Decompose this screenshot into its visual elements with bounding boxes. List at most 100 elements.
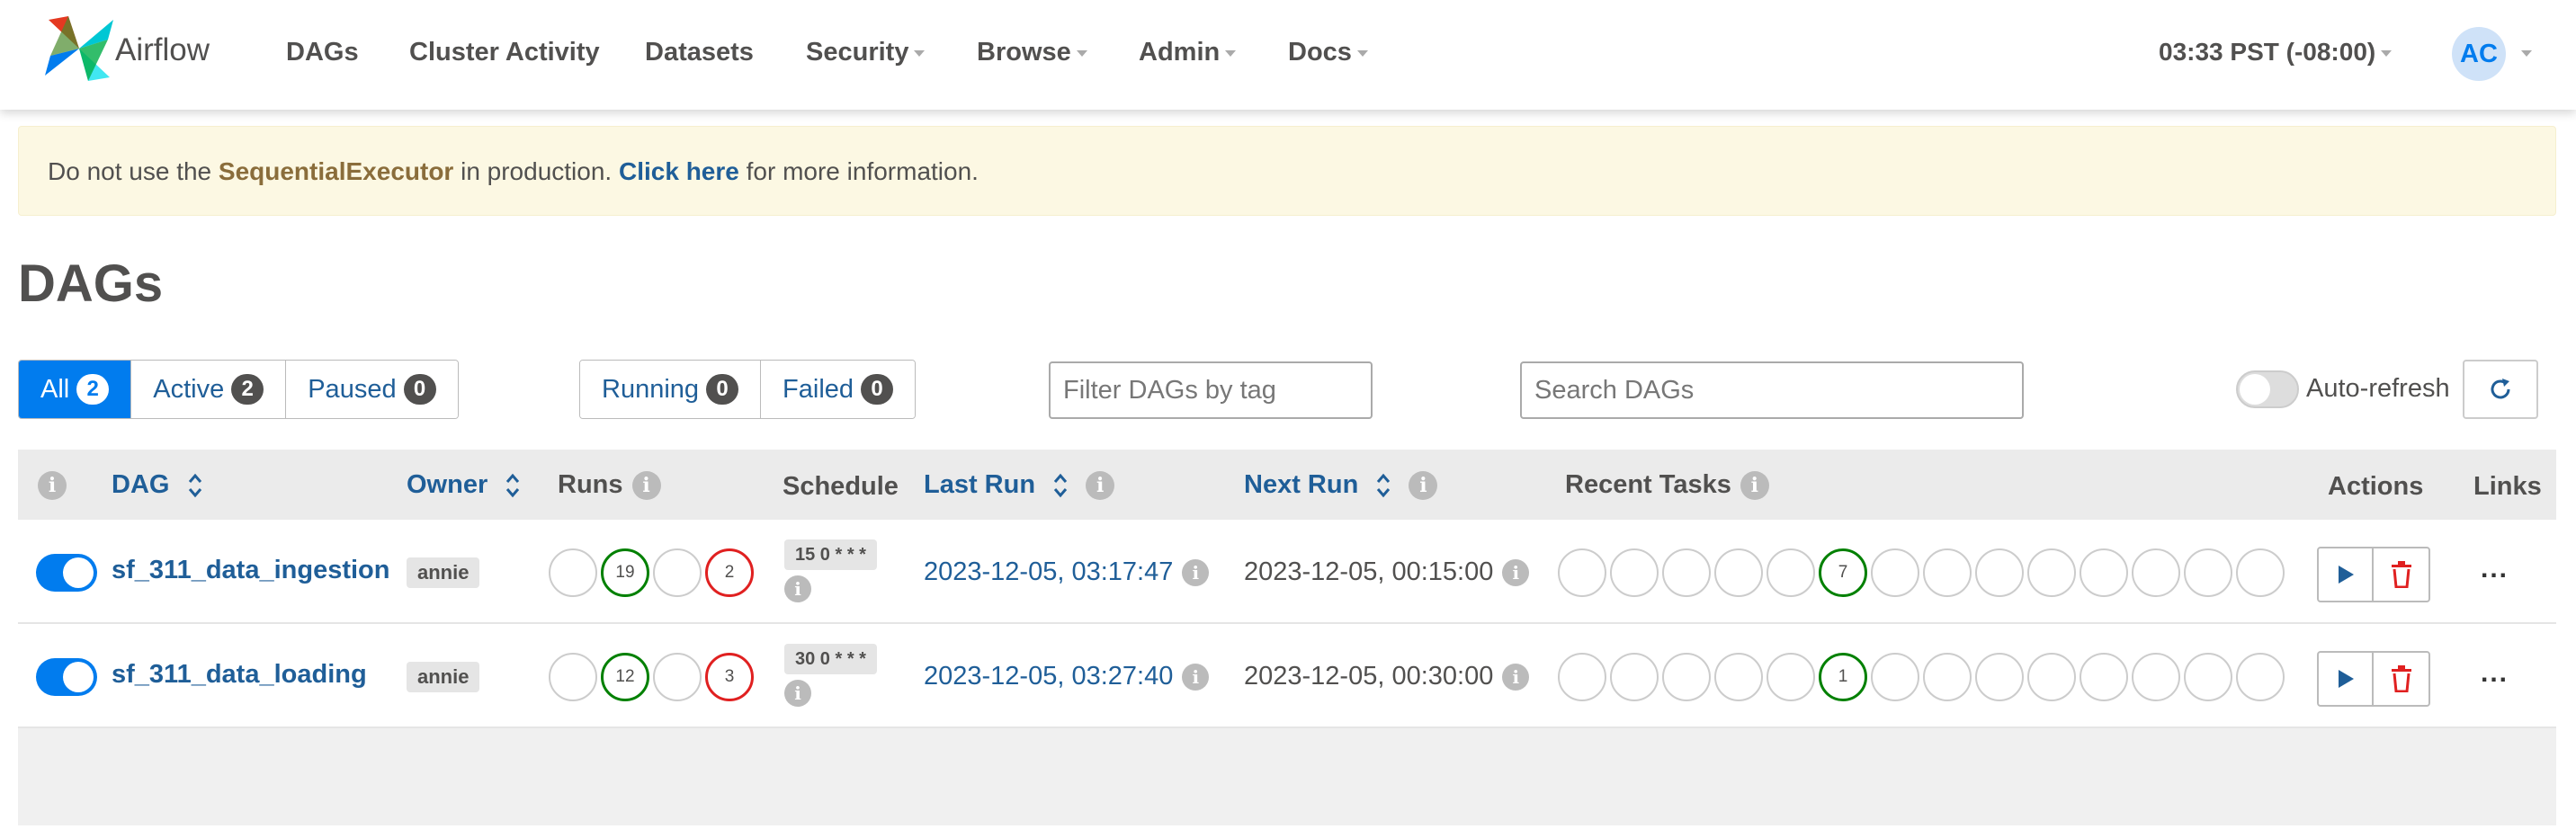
task-state-circle[interactable] — [1714, 653, 1763, 701]
count-badge: 0 — [861, 374, 894, 405]
dag-link[interactable]: sf_311_data_ingestion — [112, 556, 389, 585]
run-state-running[interactable] — [653, 653, 702, 701]
header-recent-tasks-label: Recent Tasks — [1565, 470, 1731, 499]
nav-docs[interactable]: Docs — [1288, 38, 1368, 67]
info-icon[interactable]: i — [1086, 471, 1115, 501]
search-dags-input[interactable] — [1520, 361, 2024, 419]
nav-browse[interactable]: Browse — [977, 38, 1087, 67]
dag-link[interactable]: sf_311_data_loading — [112, 660, 367, 690]
task-state-circle[interactable] — [1610, 653, 1659, 701]
info-icon[interactable]: i — [1502, 559, 1530, 587]
info-icon[interactable]: i — [1502, 664, 1530, 691]
filter-failed-label: Failed — [783, 375, 854, 404]
filter-all-button[interactable]: All 2 — [19, 361, 132, 418]
chevron-down-icon[interactable] — [2521, 50, 2532, 57]
task-state-circle[interactable] — [2236, 653, 2285, 701]
owner-badge[interactable]: annie — [407, 557, 480, 588]
task-state-circle[interactable] — [2184, 653, 2232, 701]
dag-pause-toggle[interactable] — [36, 554, 97, 592]
run-state-failed[interactable]: 2 — [705, 548, 754, 597]
run-state-running[interactable] — [653, 548, 702, 597]
task-state-circle[interactable] — [2027, 653, 2076, 701]
task-state-circle[interactable] — [1767, 548, 1815, 597]
task-state-circle[interactable] — [2132, 653, 2180, 701]
table-row: sf_311_data_ingestion annie 19 2 15 0 * … — [18, 520, 2556, 624]
task-state-circle[interactable] — [1923, 653, 1972, 701]
nav-admin[interactable]: Admin — [1139, 38, 1237, 67]
airflow-logo[interactable] — [45, 16, 113, 81]
auto-refresh-toggle[interactable] — [2236, 370, 2299, 408]
owner-badge[interactable]: annie — [407, 662, 480, 692]
run-state-success[interactable]: 19 — [601, 548, 649, 597]
nav-security[interactable]: Security — [806, 38, 926, 67]
info-icon[interactable]: i — [38, 471, 67, 501]
info-icon[interactable]: i — [784, 575, 811, 602]
run-state-success[interactable]: 12 — [601, 653, 649, 701]
task-state-circle[interactable] — [2132, 548, 2180, 597]
nav-admin-label: Admin — [1139, 38, 1221, 67]
task-state-circle[interactable] — [2027, 548, 2076, 597]
task-state-circle[interactable] — [1558, 653, 1606, 701]
count-badge: 2 — [231, 374, 264, 405]
alert-click-here-link[interactable]: Click here — [619, 157, 739, 185]
trigger-dag-button[interactable] — [2319, 548, 2375, 601]
links-menu-button[interactable]: ... — [2481, 554, 2509, 584]
user-avatar[interactable]: AC — [2452, 27, 2506, 81]
task-state-circle[interactable] — [2184, 548, 2232, 597]
task-state-circle[interactable] — [1662, 653, 1711, 701]
info-icon[interactable]: i — [1182, 664, 1210, 691]
header-owner[interactable]: Owner — [407, 450, 522, 520]
task-state-circle[interactable] — [2080, 653, 2128, 701]
info-icon[interactable]: i — [631, 471, 661, 501]
last-run-link[interactable]: 2023-12-05, 03:27:40 i — [924, 662, 1210, 691]
nav-security-label: Security — [806, 38, 909, 67]
task-state-circle[interactable] — [1558, 548, 1606, 597]
trigger-dag-button[interactable] — [2319, 653, 2375, 705]
task-state-circle[interactable] — [1662, 548, 1711, 597]
info-icon[interactable]: i — [1182, 559, 1210, 587]
task-state-circle[interactable] — [1975, 548, 2024, 597]
run-state-queued[interactable] — [549, 653, 597, 701]
last-run-link[interactable]: 2023-12-05, 03:17:47 i — [924, 557, 1210, 587]
header-links: Links — [2473, 472, 2542, 501]
dag-pause-toggle[interactable] — [36, 658, 97, 696]
chevron-down-icon — [1225, 49, 1237, 57]
next-run-value: 2023-12-05, 00:30:00 i — [1244, 662, 1530, 691]
tag-filter-input[interactable] — [1049, 361, 1373, 419]
nav-dags[interactable]: DAGs — [286, 38, 359, 67]
task-state-circle[interactable] — [1923, 548, 1972, 597]
task-state-circle[interactable] — [2080, 548, 2128, 597]
task-state-circle[interactable] — [2236, 548, 2285, 597]
brand-name[interactable]: Airflow — [115, 32, 210, 68]
nav-datasets[interactable]: Datasets — [645, 38, 754, 67]
task-state-success[interactable]: 7 — [1819, 548, 1867, 597]
run-state-queued[interactable] — [549, 548, 597, 597]
timezone-clock[interactable]: 03:33 PST (-08:00) — [2159, 38, 2393, 67]
links-menu-button[interactable]: ... — [2481, 658, 2509, 689]
info-icon[interactable]: i — [1409, 471, 1438, 501]
filter-failed-button[interactable]: Failed 0 — [761, 361, 916, 418]
header-last-run[interactable]: Last Run i — [924, 450, 1115, 520]
run-state-failed[interactable]: 3 — [705, 653, 754, 701]
task-state-circle[interactable] — [1610, 548, 1659, 597]
refresh-button[interactable] — [2463, 360, 2538, 419]
task-state-circle[interactable] — [1767, 653, 1815, 701]
task-state-circle[interactable] — [1871, 548, 1919, 597]
header-next-run[interactable]: Next Run i — [1244, 450, 1438, 520]
header-dag[interactable]: DAG — [112, 450, 204, 520]
delete-dag-button[interactable] — [2374, 653, 2428, 705]
task-state-circle[interactable] — [1871, 653, 1919, 701]
task-state-success[interactable]: 1 — [1819, 653, 1867, 701]
info-icon[interactable]: i — [784, 680, 811, 707]
delete-dag-button[interactable] — [2374, 548, 2428, 601]
task-state-circle[interactable] — [1975, 653, 2024, 701]
header-schedule: Schedule — [783, 472, 899, 501]
info-icon[interactable]: i — [1740, 471, 1769, 501]
nav-cluster-activity[interactable]: Cluster Activity — [409, 38, 600, 67]
filter-active-button[interactable]: Active 2 — [131, 361, 287, 418]
task-state-circle[interactable] — [1714, 548, 1763, 597]
filter-paused-button[interactable]: Paused 0 — [286, 361, 458, 418]
trash-icon — [2391, 561, 2411, 588]
filter-running-button[interactable]: Running 0 — [580, 361, 762, 418]
filter-all-label: All — [40, 375, 70, 404]
